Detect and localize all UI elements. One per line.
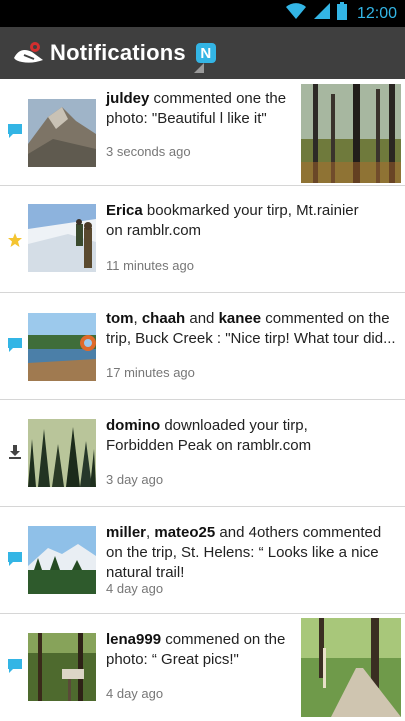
burned-forest-photo[interactable] — [301, 84, 401, 183]
action-bar: Notifications N — [0, 27, 405, 79]
actor-name[interactable]: Erica — [106, 202, 143, 219]
mountain-ridge-photo — [28, 99, 96, 167]
snow-hikers-photo — [28, 204, 96, 272]
actor-name[interactable]: miller — [106, 524, 146, 541]
notification-time: 3 day ago — [106, 472, 164, 487]
lake-dock-photo — [28, 313, 96, 381]
snow-mountain-photo — [28, 526, 96, 594]
notification-badge[interactable]: N — [195, 43, 216, 63]
comment-icon — [7, 123, 23, 139]
page-title: Notifications — [50, 40, 186, 65]
list-item[interactable]: domino downloaded your tirp, Forbidden P… — [0, 400, 405, 507]
actor-name[interactable]: mateo25 — [154, 524, 215, 541]
comment-icon — [7, 551, 23, 567]
status-time: 12:00 — [356, 4, 397, 22]
notification-text: domino downloaded your tirp, Forbidden P… — [106, 416, 366, 456]
actor-name[interactable]: lena999 — [106, 631, 161, 648]
star-icon — [7, 232, 23, 248]
actor-separator: and — [185, 310, 219, 327]
notification-time: 4 day ago — [106, 581, 164, 596]
notification-time: 17 minutes ago — [106, 365, 195, 380]
actor-name[interactable]: domino — [106, 417, 160, 434]
forest-trail-photo[interactable] — [301, 618, 401, 717]
list-item[interactable]: tom, chaah and kanee commented on the tr… — [0, 293, 405, 400]
comment-icon — [7, 658, 23, 674]
notification-time: 3 seconds ago — [106, 144, 191, 159]
trail-sign-photo — [28, 633, 96, 701]
wifi-icon — [285, 2, 307, 25]
notification-text: miller, mateo25 and 4others commented on… — [106, 523, 396, 583]
actor-separator: , — [133, 310, 142, 327]
status-bar: 12:00 — [0, 0, 405, 27]
forest-peak-photo — [28, 419, 96, 487]
battery-icon — [336, 2, 347, 25]
notification-time: 11 minutes ago — [106, 258, 194, 273]
spinner-indicator-icon[interactable] — [194, 63, 204, 73]
notification-text: Erica bookmarked your tirp, Mt.rainier o… — [106, 201, 366, 241]
download-icon — [7, 444, 23, 460]
notification-message: bookmarked your tirp, Mt.rainier on ramb… — [106, 202, 359, 239]
app-logo-icon[interactable] — [12, 40, 46, 66]
signal-icon — [313, 2, 331, 25]
list-item[interactable]: lena999 commened on the photo: “ Great p… — [0, 614, 405, 721]
actor-name[interactable]: juldey — [106, 90, 149, 107]
notification-text: juldey commented one the photo: "Beautif… — [106, 89, 296, 129]
actor-name[interactable]: tom — [106, 310, 134, 327]
notification-text: tom, chaah and kanee commented on the tr… — [106, 309, 396, 349]
list-item[interactable]: miller, mateo25 and 4others commented on… — [0, 507, 405, 614]
notification-time: 4 day ago — [106, 686, 164, 701]
actor-name[interactable]: kanee — [219, 310, 262, 327]
comment-icon — [7, 337, 23, 353]
list-item[interactable]: juldey commented one the photo: "Beautif… — [0, 79, 405, 186]
notification-list: juldey commented one the photo: "Beautif… — [0, 79, 405, 721]
actor-name[interactable]: chaah — [142, 310, 185, 327]
list-item[interactable]: Erica bookmarked your tirp, Mt.rainier o… — [0, 186, 405, 293]
notification-text: lena999 commened on the photo: “ Great p… — [106, 630, 296, 670]
